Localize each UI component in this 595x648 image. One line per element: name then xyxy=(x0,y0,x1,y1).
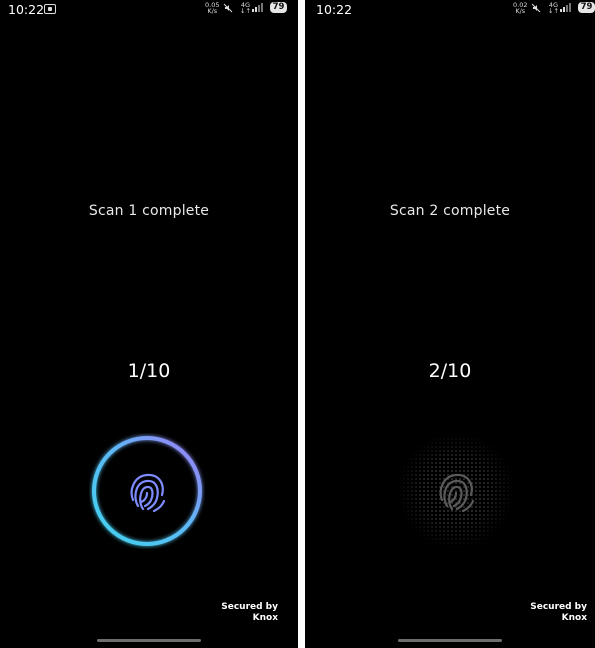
signal-icon xyxy=(252,3,263,12)
status-bar: 10:22 0.05 K/s 4G ↓↑ 79 xyxy=(0,0,298,18)
status-time: 10:22 xyxy=(8,2,45,17)
signal-icon xyxy=(560,3,571,12)
secured-by-knox-label: Secured by Knox xyxy=(530,602,587,623)
scan-status-message: Scan 2 complete xyxy=(389,203,511,219)
network-speed: 0.05 K/s xyxy=(205,1,220,15)
network-type: 4G ↓↑ xyxy=(548,1,559,15)
screenshot-icon xyxy=(44,4,56,14)
fingerprint-icon xyxy=(439,473,475,513)
enrollment-screen-1: 10:22 0.05 K/s 4G ↓↑ 79 Scan 1 complete … xyxy=(0,0,298,648)
battery-indicator: 79 xyxy=(270,2,287,13)
navigation-handle[interactable] xyxy=(97,639,201,642)
enrollment-screen-2: 10:22 0.02 K/s 4G ↓↑ 79 Scan 2 complete … xyxy=(305,0,595,648)
network-speed: 0.02 K/s xyxy=(513,1,528,15)
secured-by-knox-label: Secured by Knox xyxy=(221,602,278,623)
fingerprint-sensor-area[interactable] xyxy=(89,433,205,549)
scan-status-message: Scan 1 complete xyxy=(88,203,210,219)
status-time: 10:22 xyxy=(316,2,353,17)
fingerprint-sensor-area[interactable] xyxy=(398,433,514,549)
network-type: 4G ↓↑ xyxy=(240,1,251,15)
scan-progress-count: 1/10 xyxy=(127,360,171,382)
status-bar: 10:22 0.02 K/s 4G ↓↑ 79 xyxy=(305,0,595,18)
fingerprint-icon xyxy=(130,473,166,513)
mute-icon xyxy=(223,3,233,13)
navigation-handle[interactable] xyxy=(398,639,502,642)
mute-icon xyxy=(531,3,541,13)
scan-progress-count: 2/10 xyxy=(428,360,472,382)
battery-indicator: 79 xyxy=(578,2,595,13)
